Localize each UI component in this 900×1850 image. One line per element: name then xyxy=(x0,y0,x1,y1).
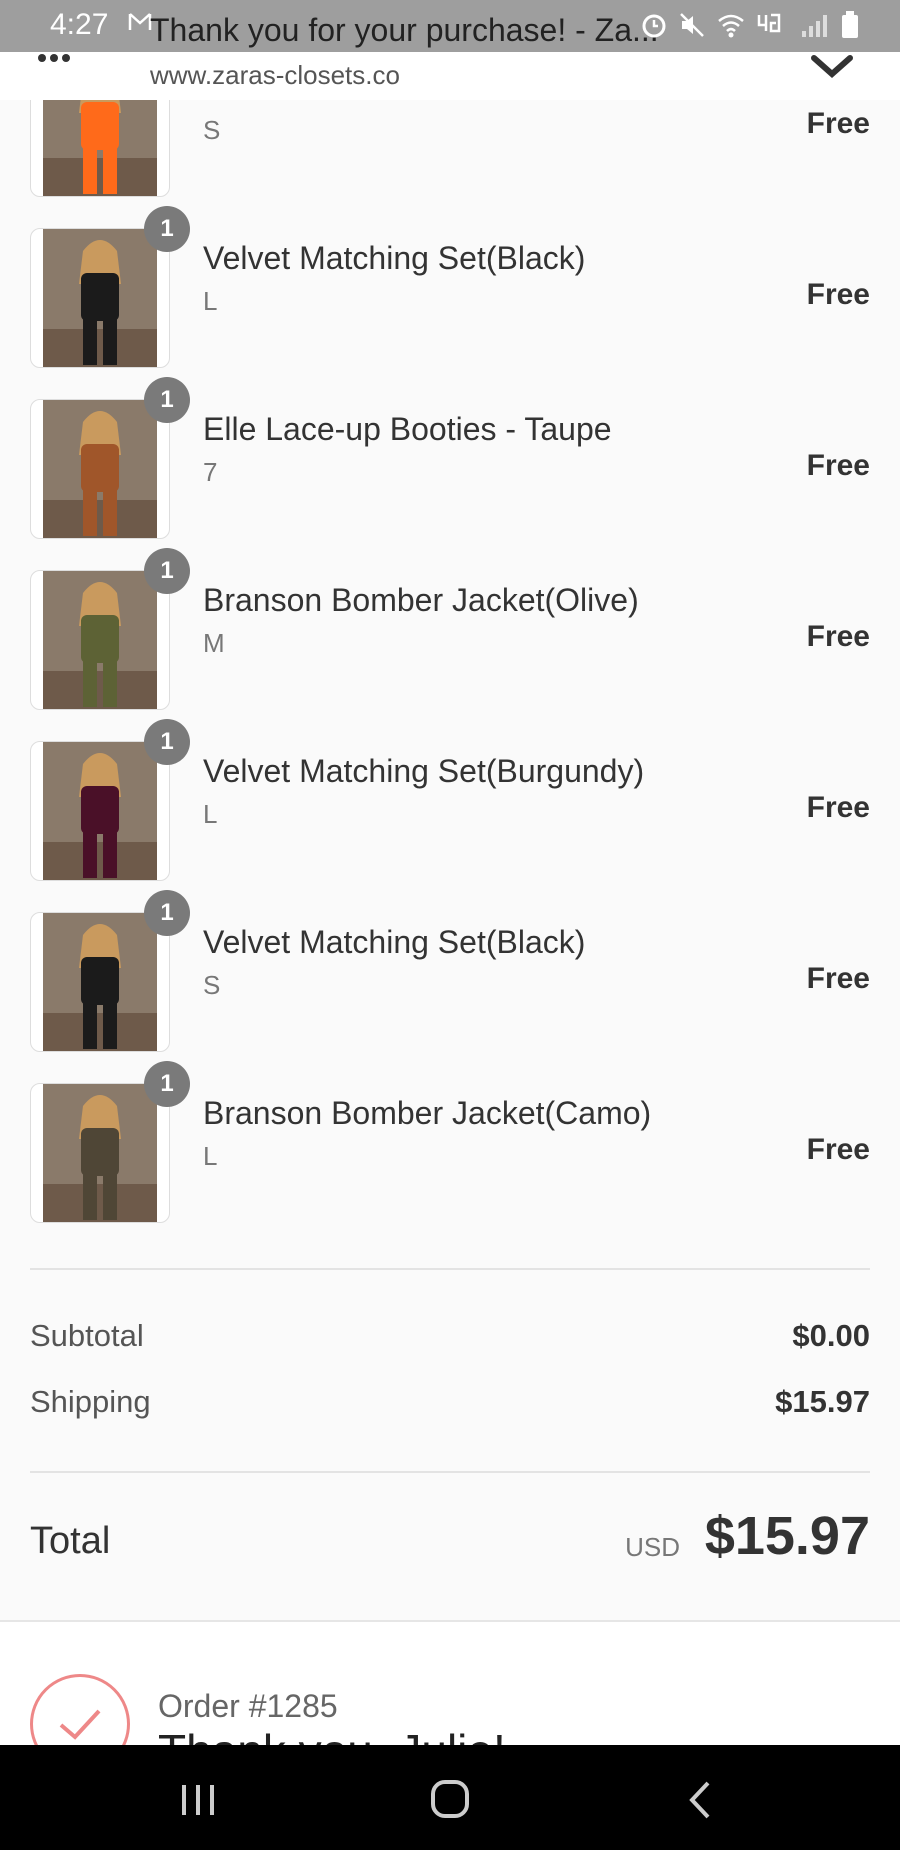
quantity-badge: 1 xyxy=(144,1061,190,1107)
order-item: 1 Elle Lace-up Booties - Taupe 7 Free xyxy=(0,377,900,539)
order-item: 1 Velvet Matching Set(Black) L Free xyxy=(0,206,900,368)
product-variant: M xyxy=(203,628,225,658)
product-variant: L xyxy=(203,1141,218,1171)
checkmark-icon xyxy=(30,1674,130,1747)
quantity-badge: 1 xyxy=(144,206,190,252)
divider xyxy=(30,1268,870,1270)
product-name: Branson Bomber Jacket(Olive) xyxy=(203,582,639,618)
product-variant: L xyxy=(203,286,218,316)
subtotal-value: $0.00 xyxy=(792,1318,870,1353)
product-price: Free xyxy=(806,962,870,995)
product-price: Free xyxy=(806,449,870,482)
product-price: Free xyxy=(806,791,870,824)
product-price: Free xyxy=(806,278,870,311)
total-label: Total xyxy=(30,1520,111,1562)
home-icon[interactable] xyxy=(420,1775,480,1825)
product-thumbnail xyxy=(30,741,170,881)
product-name: Velvet Matching Set(Black) xyxy=(203,924,586,960)
product-thumbnail xyxy=(30,399,170,539)
quantity-badge: 1 xyxy=(144,377,190,423)
product-name: Velvet Matching Set(Black) xyxy=(203,240,586,276)
product-variant: S xyxy=(203,115,221,145)
product-price: Free xyxy=(806,1133,870,1166)
product-price: Free xyxy=(806,107,870,140)
url-text: www.zaras-closets.co xyxy=(150,60,400,90)
product-variant: L xyxy=(203,799,218,829)
quantity-badge: 1 xyxy=(144,719,190,765)
browser-header: Thank you for your purchase! - Za... www… xyxy=(0,0,900,100)
product-thumbnail xyxy=(30,1083,170,1223)
order-item: 1 Velvet Matching Set(Burgundy) L Free xyxy=(0,719,900,881)
divider xyxy=(30,1471,870,1473)
quantity-badge: 1 xyxy=(144,548,190,594)
page-title: Thank you for your purchase! - Za... xyxy=(150,12,659,48)
shipping-value: $15.97 xyxy=(775,1384,870,1419)
total-currency: USD xyxy=(625,1532,680,1562)
product-thumbnail xyxy=(30,228,170,368)
back-icon[interactable] xyxy=(672,1775,732,1825)
url-bar[interactable]: www.zaras-closets.co xyxy=(0,52,900,100)
product-thumbnail xyxy=(30,570,170,710)
recent-apps-icon[interactable] xyxy=(168,1775,228,1825)
order-item: 1 Branson Bomber Jacket(Camo) L Free xyxy=(0,1061,900,1223)
quantity-badge: 1 xyxy=(144,890,190,936)
order-item: 1 Velvet Matching Set(Black) S Free xyxy=(0,890,900,1052)
product-name: Branson Bomber Jacket(Camo) xyxy=(203,1095,652,1131)
product-thumbnail xyxy=(30,912,170,1052)
order-number: Order #1285 xyxy=(158,1688,338,1724)
system-navigation-bar xyxy=(0,1745,900,1850)
total-value: $15.97 xyxy=(704,1506,870,1566)
order-item: 1 Branson Bomber Jacket(Olive) M Free xyxy=(0,548,900,710)
product-variant: 7 xyxy=(203,457,218,487)
product-name: Velvet Matching Set(Burgundy) xyxy=(203,753,645,789)
thank-you-heading: Thank you, Julie! xyxy=(158,1724,506,1747)
more-options-icon[interactable] xyxy=(36,48,76,68)
product-variant: S xyxy=(203,970,221,1000)
chevron-down-icon[interactable] xyxy=(810,50,854,80)
order-confirmation: Order #1285 Thank you, Julie! xyxy=(0,1620,900,1747)
subtotal-label: Subtotal xyxy=(30,1318,144,1353)
product-price: Free xyxy=(806,620,870,653)
shipping-label: Shipping xyxy=(30,1384,151,1419)
product-name: Elle Lace-up Booties - Taupe xyxy=(203,411,612,447)
